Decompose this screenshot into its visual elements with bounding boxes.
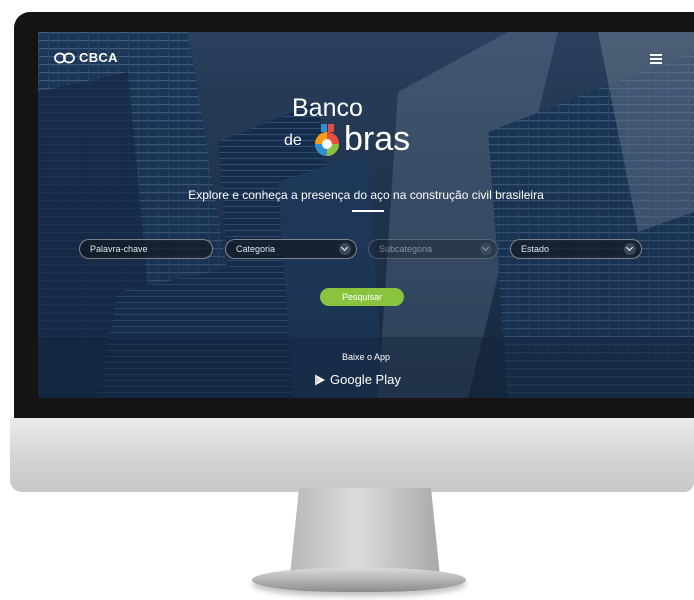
cbca-logo-text: CBCA: [79, 50, 118, 65]
hero-tagline: Explore e conheça a presença do aço na c…: [188, 188, 544, 202]
brand-word-bras: bras: [344, 120, 411, 158]
website-screen: CBCA Banco de bras Explore e conheça a p…: [38, 32, 694, 398]
chevron-down-icon: [624, 243, 636, 255]
subcategory-label: Subcategoria: [379, 244, 433, 254]
search-button[interactable]: Pesquisar: [320, 288, 404, 306]
brand-word-de: de: [284, 132, 302, 149]
subcategory-select[interactable]: Subcategoria: [368, 239, 498, 259]
state-label: Estado: [521, 244, 550, 254]
google-play-badge[interactable]: Google Play: [314, 372, 401, 387]
hamburger-menu-icon[interactable]: [650, 54, 662, 64]
monitor-base: [252, 568, 466, 592]
download-app-label: Baixe o App: [341, 352, 391, 362]
category-label: Categoria: [236, 244, 276, 254]
google-play-icon: [315, 374, 325, 385]
chevron-down-icon: [339, 243, 351, 255]
monitor-stand: [290, 488, 440, 576]
brand-word-banco: Banco: [292, 94, 363, 122]
monitor-mockup: CBCA Banco de bras Explore e conheça a p…: [0, 0, 694, 600]
keyword-placeholder: Palavra-chave: [90, 244, 148, 254]
state-select[interactable]: Estado: [510, 239, 642, 259]
banco-de-obras-logo: Banco de bras: [284, 94, 464, 164]
cbca-logo[interactable]: CBCA: [54, 50, 118, 65]
google-play-label: Google Play: [330, 372, 401, 387]
tagline-divider: [352, 210, 384, 212]
category-select[interactable]: Categoria: [225, 239, 357, 259]
cbca-logo-mark-icon: [54, 52, 75, 63]
colored-o-logo-icon: [315, 124, 339, 156]
dark-overlay: [38, 32, 694, 398]
chevron-down-icon: [480, 243, 492, 255]
keyword-search-input[interactable]: Palavra-chave: [79, 239, 213, 259]
monitor-chin: [10, 418, 694, 492]
